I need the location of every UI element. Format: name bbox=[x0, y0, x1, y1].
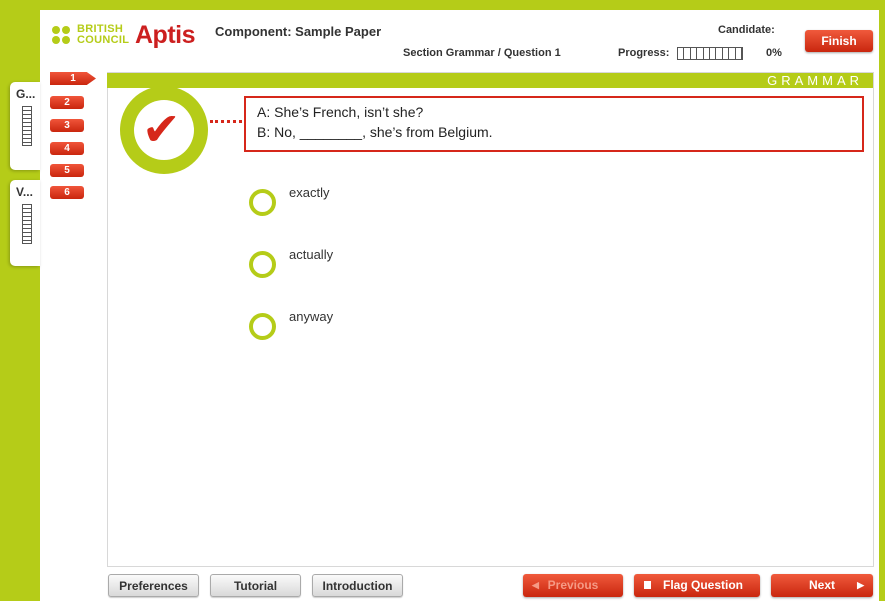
aptis-logo: Aptis bbox=[135, 21, 196, 49]
brand-text: BRITISH COUNCIL bbox=[77, 23, 130, 46]
section-meter-icon bbox=[22, 106, 32, 146]
previous-label: Previous bbox=[547, 578, 599, 592]
question-number-4[interactable]: 4 bbox=[50, 142, 84, 155]
question-number-6[interactable]: 6 bbox=[50, 186, 84, 199]
option-label[interactable]: exactly bbox=[289, 185, 329, 200]
introduction-button[interactable]: Introduction bbox=[312, 574, 403, 597]
section-tab-label: V... bbox=[16, 185, 33, 199]
top-frame bbox=[0, 0, 885, 10]
right-frame bbox=[879, 0, 885, 601]
question-prompt: A: She’s French, isn’t she? B: No, _____… bbox=[244, 96, 864, 152]
flag-question-button[interactable]: Flag Question bbox=[634, 574, 760, 597]
flag-question-label: Flag Question bbox=[662, 578, 743, 592]
section-meter-icon bbox=[22, 204, 32, 244]
previous-button[interactable]: ◀ Previous bbox=[523, 574, 623, 597]
section-tab-grammar[interactable]: G... bbox=[10, 82, 40, 170]
question-number-5[interactable]: 5 bbox=[50, 164, 84, 177]
section-tab-label: G... bbox=[16, 87, 36, 101]
preferences-button[interactable]: Preferences bbox=[108, 574, 199, 597]
radio-button[interactable] bbox=[249, 189, 276, 216]
option-label[interactable]: anyway bbox=[289, 309, 333, 324]
tutorial-button[interactable]: Tutorial bbox=[210, 574, 301, 597]
checkmark-icon: ✔ bbox=[142, 103, 181, 155]
dotted-connector bbox=[210, 120, 242, 123]
option-label[interactable]: actually bbox=[289, 247, 333, 262]
next-label: Next bbox=[808, 578, 835, 592]
question-number-3[interactable]: 3 bbox=[50, 119, 84, 132]
progress-label: Progress: bbox=[618, 47, 670, 59]
radio-button[interactable] bbox=[249, 313, 276, 340]
question-line-a: A: She’s French, isn’t she? bbox=[257, 104, 424, 120]
arrow-right-icon: ▶ bbox=[857, 580, 864, 590]
checkmark-badge: ✔ bbox=[120, 86, 208, 174]
finish-button[interactable]: Finish bbox=[805, 30, 873, 52]
component-title: Component: Sample Paper bbox=[215, 24, 382, 39]
question-line-b: B: No, ________, she’s from Belgium. bbox=[257, 124, 493, 140]
next-button[interactable]: Next ▶ bbox=[771, 574, 873, 597]
section-banner: GRAMMAR bbox=[107, 73, 873, 88]
question-number-1[interactable]: 1 bbox=[50, 72, 96, 85]
arrow-left-icon: ◀ bbox=[532, 580, 539, 590]
section-question-label: Section Grammar / Question 1 bbox=[403, 47, 561, 59]
section-tab-vocabulary[interactable]: V... bbox=[10, 180, 40, 266]
flag-icon bbox=[644, 581, 651, 589]
candidate-label: Candidate: bbox=[718, 24, 775, 36]
radio-button[interactable] bbox=[249, 251, 276, 278]
progress-percent: 0% bbox=[766, 47, 782, 59]
progress-bar bbox=[677, 47, 743, 60]
logo-dots-icon bbox=[52, 26, 74, 46]
question-number-2[interactable]: 2 bbox=[50, 96, 84, 109]
